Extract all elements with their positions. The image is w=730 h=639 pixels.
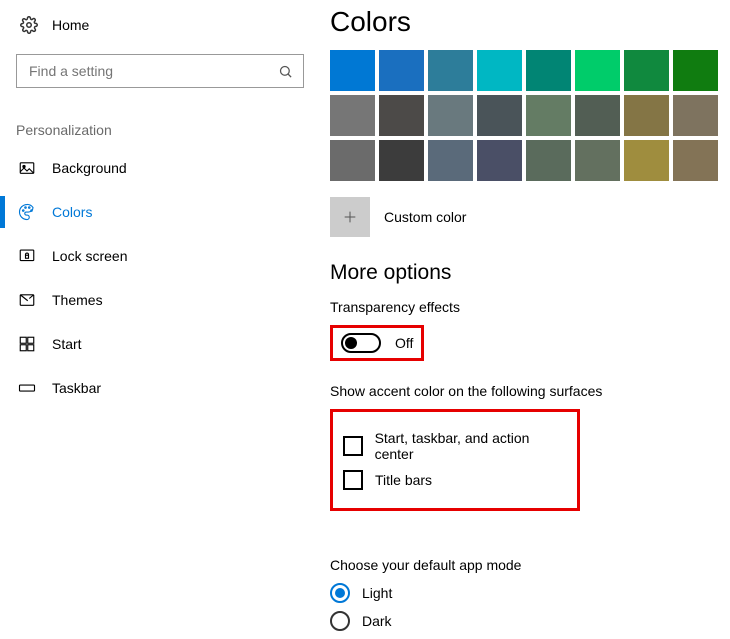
sidebar-item-taskbar[interactable]: Taskbar (0, 366, 330, 410)
start-icon (18, 335, 36, 353)
radio-dark[interactable]: Dark (330, 611, 730, 631)
color-swatch[interactable] (673, 140, 718, 181)
sidebar-item-background[interactable]: Background (0, 146, 330, 190)
accent-surfaces-label: Show accent color on the following surfa… (330, 383, 730, 399)
nav-label: Taskbar (52, 380, 101, 396)
transparency-toggle[interactable] (341, 333, 381, 353)
color-swatch[interactable] (673, 95, 718, 136)
highlight-transparency: Off (330, 325, 424, 361)
home-label: Home (52, 17, 89, 33)
color-swatch[interactable] (477, 50, 522, 91)
color-swatch[interactable] (624, 50, 669, 91)
nav-list: Background Colors Lock screen Themes Start Ta… (0, 146, 330, 410)
highlight-accent: Start, taskbar, and action center Title … (330, 409, 580, 511)
background-icon (18, 159, 36, 177)
color-swatch[interactable] (575, 140, 620, 181)
plus-icon (342, 209, 358, 225)
custom-color-row[interactable]: Custom color (330, 197, 730, 237)
search-icon (278, 64, 293, 79)
checkbox-title-bars[interactable]: Title bars (343, 470, 567, 490)
content: Colors Custom color More options Transpa… (330, 0, 730, 639)
home-link[interactable]: Home (0, 10, 330, 40)
colors-icon (18, 203, 36, 221)
gear-icon (20, 16, 38, 34)
color-swatch[interactable] (330, 50, 375, 91)
color-swatch[interactable] (477, 140, 522, 181)
color-swatch[interactable] (624, 140, 669, 181)
nav-label: Start (52, 336, 82, 352)
color-swatch[interactable] (575, 50, 620, 91)
radio-light[interactable]: Light (330, 583, 730, 603)
transparency-label: Transparency effects (330, 299, 730, 315)
color-swatch[interactable] (673, 50, 718, 91)
radio-label: Dark (362, 613, 392, 629)
custom-color-label: Custom color (384, 209, 466, 225)
nav-label: Themes (52, 292, 103, 308)
color-swatch[interactable] (526, 140, 571, 181)
color-swatch[interactable] (428, 140, 473, 181)
more-options-heading: More options (330, 261, 730, 285)
color-swatch-grid (330, 50, 718, 181)
color-swatch[interactable] (526, 50, 571, 91)
checkbox-label: Title bars (375, 472, 432, 488)
color-swatch[interactable] (428, 95, 473, 136)
color-swatch[interactable] (330, 140, 375, 181)
radio-label: Light (362, 585, 392, 601)
sidebar-item-colors[interactable]: Colors (0, 190, 330, 234)
transparency-toggle-row[interactable]: Off (341, 333, 413, 353)
color-swatch[interactable] (526, 95, 571, 136)
checkbox-start-taskbar[interactable]: Start, taskbar, and action center (343, 430, 567, 462)
radio-icon (330, 583, 350, 603)
checkbox-icon (343, 470, 363, 490)
sidebar: Home Personalization Background Colors Loc… (0, 0, 330, 639)
app-mode-label: Choose your default app mode (330, 557, 730, 573)
color-swatch[interactable] (428, 50, 473, 91)
color-swatch[interactable] (379, 50, 424, 91)
custom-color-button[interactable] (330, 197, 370, 237)
checkbox-icon (343, 436, 363, 456)
color-swatch[interactable] (477, 95, 522, 136)
color-swatch[interactable] (379, 95, 424, 136)
sidebar-item-lockscreen[interactable]: Lock screen (0, 234, 330, 278)
page-title: Colors (330, 6, 730, 38)
color-swatch[interactable] (624, 95, 669, 136)
color-swatch[interactable] (575, 95, 620, 136)
taskbar-icon (18, 379, 36, 397)
section-label: Personalization (16, 122, 330, 138)
color-swatch[interactable] (379, 140, 424, 181)
nav-label: Lock screen (52, 248, 127, 264)
radio-icon (330, 611, 350, 631)
nav-label: Colors (52, 204, 92, 220)
sidebar-item-themes[interactable]: Themes (0, 278, 330, 322)
search-input[interactable] (27, 62, 278, 80)
sidebar-item-start[interactable]: Start (0, 322, 330, 366)
search-box[interactable] (16, 54, 304, 88)
transparency-state: Off (395, 335, 413, 351)
color-swatch[interactable] (330, 95, 375, 136)
nav-label: Background (52, 160, 127, 176)
toggle-knob (345, 337, 357, 349)
checkbox-label: Start, taskbar, and action center (375, 430, 567, 462)
themes-icon (18, 291, 36, 309)
lockscreen-icon (18, 247, 36, 265)
